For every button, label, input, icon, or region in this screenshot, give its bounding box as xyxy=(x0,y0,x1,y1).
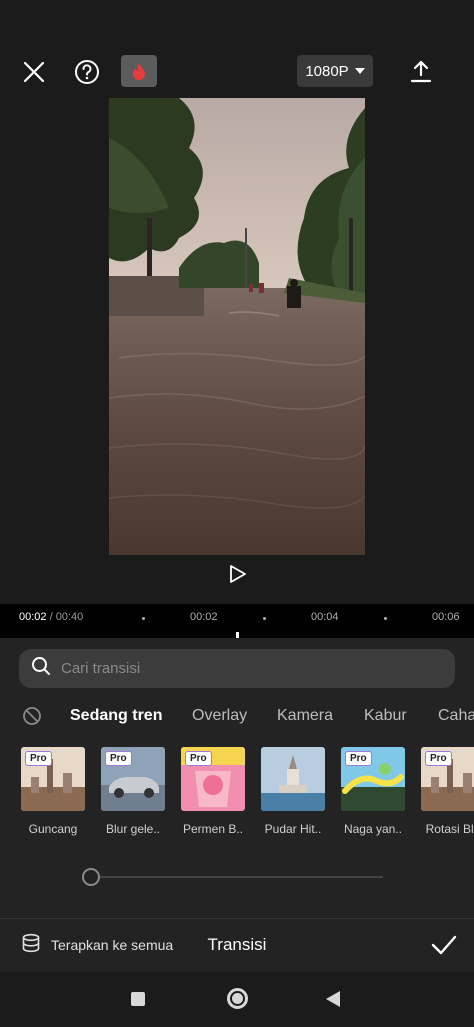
help-icon[interactable] xyxy=(71,56,103,88)
transition-thumbnail: Pro xyxy=(341,747,405,811)
transition-item[interactable]: Pro Naga yan.. xyxy=(341,747,405,836)
transition-thumbnail xyxy=(261,747,325,811)
resolution-label: 1080P xyxy=(305,62,349,80)
chevron-down-icon xyxy=(354,68,365,74)
close-icon[interactable] xyxy=(18,56,50,88)
pro-badge: Pro xyxy=(425,751,452,766)
transition-label: Guncang xyxy=(28,822,78,836)
transition-thumbnail: Pro xyxy=(21,747,85,811)
transition-item[interactable]: Pro Rotasi Blu xyxy=(421,747,474,836)
transition-label: Blur gele.. xyxy=(105,822,161,836)
timeline-tick xyxy=(263,617,266,620)
transition-thumbnail: Pro xyxy=(181,747,245,811)
transition-item[interactable]: Pro Blur gele.. xyxy=(101,747,165,836)
timeline-tick xyxy=(384,617,387,620)
transition-label: Pudar Hit.. xyxy=(264,822,322,836)
pro-badge: Pro xyxy=(105,751,132,766)
no-transition-icon[interactable] xyxy=(22,706,42,726)
editor-top-area: 1080P xyxy=(0,0,474,604)
transition-thumbnail: Pro xyxy=(101,747,165,811)
pro-badge: Pro xyxy=(185,751,212,766)
search-icon xyxy=(31,656,51,681)
transition-item[interactable]: Pudar Hit.. xyxy=(261,747,325,836)
timeline-ruler[interactable]: 00:02 / 00:40 00:02 00:04 00:06 xyxy=(0,604,474,638)
tab-sedang-tren[interactable]: Sedang tren xyxy=(70,707,162,725)
pro-badge: Pro xyxy=(345,751,372,766)
total-time: 00:40 xyxy=(55,611,84,623)
export-icon[interactable] xyxy=(405,56,437,88)
play-icon[interactable] xyxy=(225,561,251,587)
tab-cahaya[interactable]: Caha xyxy=(438,707,474,725)
category-tabs: Sedang tren Overlay Kamera Kabur Caha xyxy=(0,698,474,734)
timeline-marker: 00:02 xyxy=(190,611,218,623)
flame-icon[interactable] xyxy=(121,55,157,87)
home-icon[interactable] xyxy=(227,988,248,1009)
transition-list: Pro Guncang Pro Blur gele.. Pro Permen B… xyxy=(0,747,474,847)
search-bar[interactable] xyxy=(19,649,455,688)
search-input[interactable] xyxy=(61,660,411,677)
transition-item[interactable]: Pro Guncang xyxy=(21,747,85,836)
video-preview[interactable] xyxy=(109,98,365,555)
duration-slider-track[interactable] xyxy=(92,876,383,878)
transition-thumbnail: Pro xyxy=(421,747,474,811)
tab-overlay[interactable]: Overlay xyxy=(192,707,247,725)
system-nav-bar xyxy=(0,972,474,1027)
panel-title: Transisi xyxy=(207,935,267,954)
resolution-dropdown[interactable]: 1080P xyxy=(297,55,373,87)
transition-panel: Sedang tren Overlay Kamera Kabur Caha Pr… xyxy=(0,638,474,918)
checkmark-icon[interactable] xyxy=(430,931,458,959)
current-time: 00:02 / 00:40 xyxy=(19,611,84,623)
timeline-marker: 00:06 xyxy=(432,611,460,623)
back-icon[interactable] xyxy=(326,991,340,1007)
pro-badge: Pro xyxy=(25,751,52,766)
tab-kamera[interactable]: Kamera xyxy=(277,707,333,725)
duration-slider-handle[interactable] xyxy=(82,868,100,886)
transition-label: Rotasi Blu xyxy=(425,822,474,836)
transition-item[interactable]: Pro Permen B.. xyxy=(181,747,245,836)
transition-label: Permen B.. xyxy=(182,822,244,836)
timeline-marker: 00:04 xyxy=(311,611,339,623)
recents-icon[interactable] xyxy=(131,992,145,1006)
panel-footer: Terapkan ke semua Transisi xyxy=(0,918,474,972)
tab-kabur[interactable]: Kabur xyxy=(364,707,407,725)
transition-label: Naga yan.. xyxy=(343,822,403,836)
timeline-tick xyxy=(142,617,145,620)
top-toolbar: 1080P xyxy=(0,50,474,94)
